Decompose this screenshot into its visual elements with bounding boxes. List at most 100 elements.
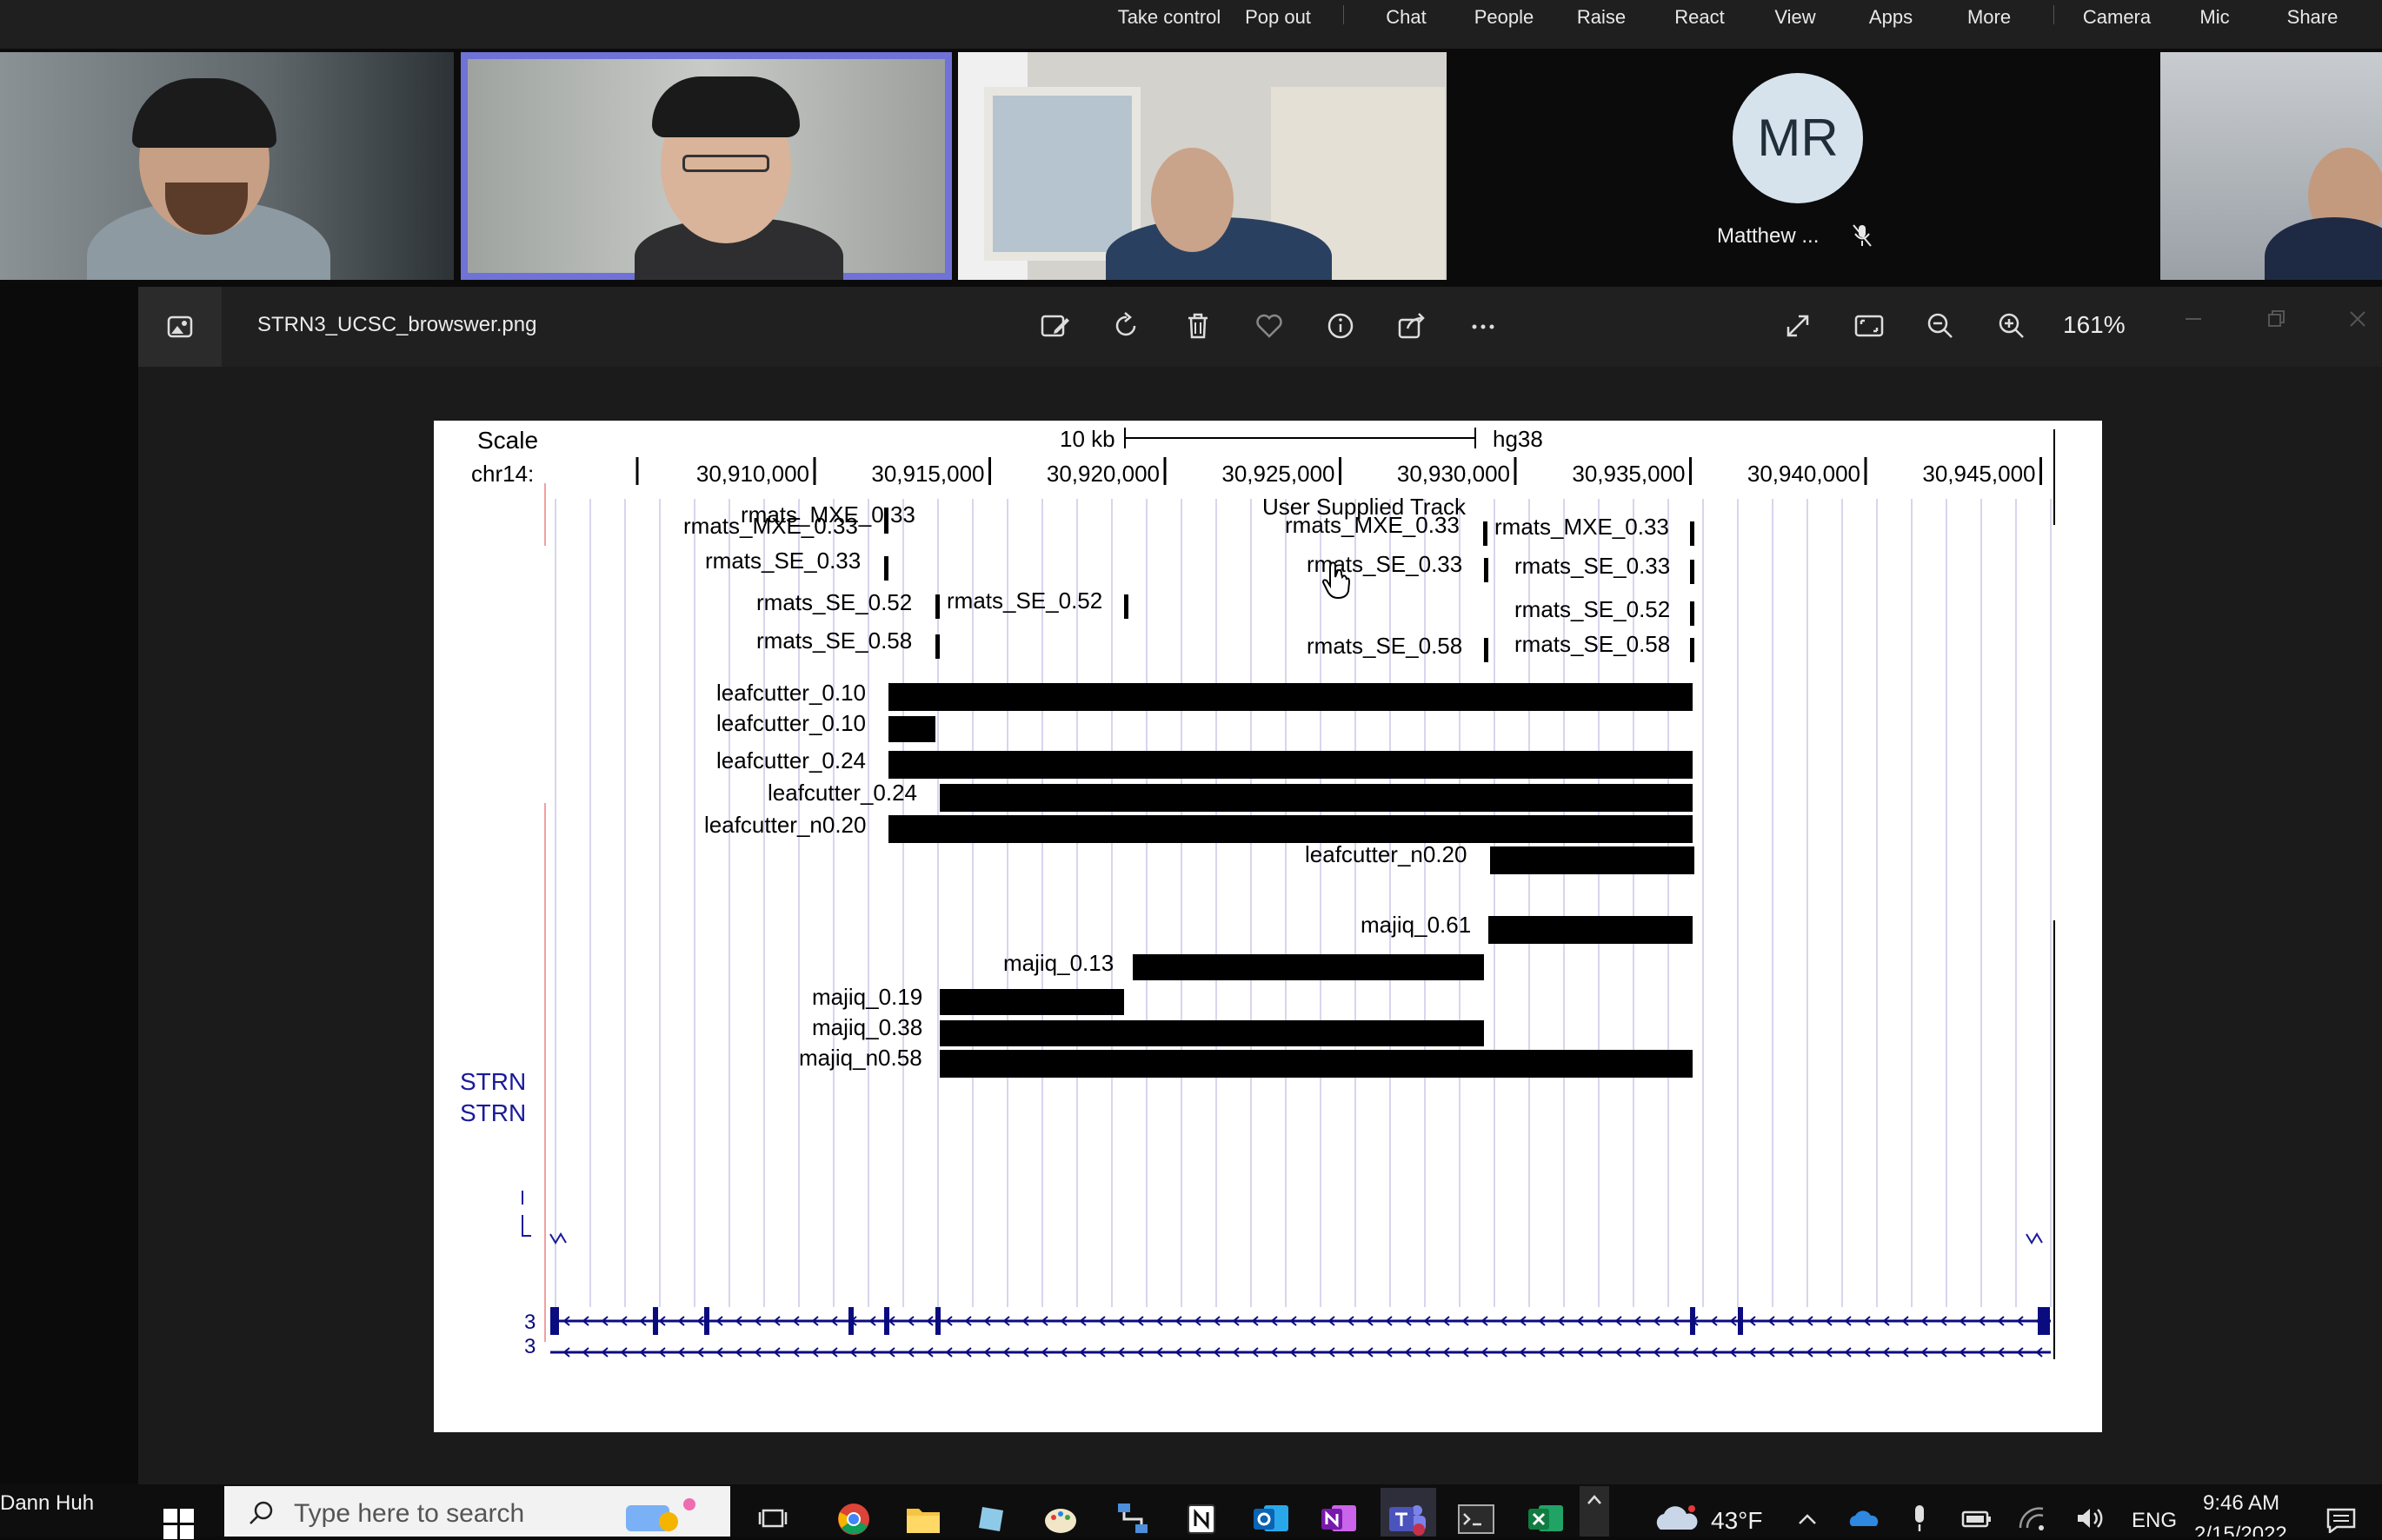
search-icon [250, 1501, 273, 1524]
info-icon[interactable] [1322, 308, 1359, 344]
avatar: MR [1733, 73, 1863, 203]
excel-icon[interactable] [1527, 1500, 1565, 1537]
terminal-icon[interactable] [1457, 1502, 1495, 1537]
participant-avatar-tile[interactable]: MR Matthew ... [1447, 52, 2159, 280]
network-app-icon[interactable] [1114, 1500, 1151, 1537]
chat-button[interactable]: Chat [1374, 0, 1439, 35]
close-icon[interactable] [2343, 304, 2372, 334]
paint-icon[interactable] [1043, 1502, 1080, 1537]
feature-label: rmats_MXE_0.33 [741, 501, 915, 528]
take-control-button[interactable]: Take control [1104, 0, 1234, 35]
volume-icon[interactable] [2074, 1505, 2107, 1531]
feature-label: leafcutter_0.10 [716, 710, 866, 736]
coordinate-tick-label: 30,920,000 [1047, 461, 1160, 487]
gene-exon [704, 1307, 709, 1335]
gene-exon [848, 1307, 854, 1335]
file-explorer-icon[interactable] [905, 1503, 941, 1535]
zoom-level[interactable]: 161% [2063, 311, 2126, 339]
camera-button[interactable]: Camera [2073, 0, 2160, 35]
photo-viewer-window: STRN3_UCSC_browswer.png 161% Scale chr14… [138, 287, 2382, 1484]
search-placeholder: Type here to search [294, 1499, 525, 1528]
majiq-feature-bars [940, 916, 1693, 1078]
teams-meeting-toolbar: Take control Pop out Chat People Raise R… [0, 0, 2382, 49]
zoom-out-icon[interactable] [1922, 308, 1959, 344]
feature-label: rmats_SE_0.58 [1514, 631, 1670, 657]
share-button[interactable]: Share [2269, 0, 2356, 35]
delete-icon[interactable] [1180, 308, 1216, 344]
share-icon[interactable] [1394, 308, 1430, 344]
view-button[interactable]: View [1756, 0, 1834, 35]
edit-image-icon[interactable] [1037, 308, 1074, 344]
feature-label: rmats_SE_0.58 [1307, 633, 1462, 659]
participant-video-2-active[interactable] [461, 52, 952, 280]
pop-out-button[interactable]: Pop out [1234, 0, 1321, 35]
coordinate-tick-label: 30,915,000 [871, 461, 984, 487]
chevron-up-icon[interactable] [1794, 1509, 1820, 1530]
leafcutter-feature-bars [888, 683, 1694, 874]
gene-exon [884, 1307, 889, 1335]
react-button[interactable]: React [1660, 0, 1739, 35]
mic-button[interactable]: Mic [2173, 0, 2256, 35]
people-button[interactable]: People [1460, 0, 1547, 35]
gene-exon [1690, 1307, 1695, 1335]
more-button[interactable]: More [1950, 0, 2028, 35]
raise-hand-button[interactable]: Raise [1562, 0, 1640, 35]
weather-cloud-icon[interactable] [1652, 1502, 1700, 1535]
feature-label: leafcutter_0.24 [716, 747, 866, 773]
coordinate-tick-label: 30,930,000 [1397, 461, 1510, 487]
wifi-icon[interactable] [2017, 1505, 2046, 1531]
minimize-icon[interactable] [2179, 304, 2208, 334]
gene-label: STRN [460, 1099, 526, 1126]
microphone-icon[interactable] [1909, 1503, 1930, 1535]
participant-video-1[interactable] [0, 52, 454, 280]
language-indicator[interactable]: ENG [2132, 1509, 2177, 1533]
feature-label: rmats_SE_0.58 [756, 627, 912, 654]
windows-start-icon[interactable] [163, 1509, 195, 1540]
outlook-icon[interactable] [1252, 1500, 1290, 1537]
assembly-label: hg38 [1493, 426, 1543, 452]
onedrive-icon[interactable] [1848, 1509, 1880, 1530]
gene-label: STRN [460, 1068, 526, 1095]
notifications-icon[interactable] [2326, 1507, 2356, 1533]
onenote-icon[interactable] [1320, 1500, 1358, 1537]
mic-muted-icon [1853, 224, 1872, 247]
teams-icon[interactable] [1387, 1500, 1427, 1537]
gene-model-strn3 [550, 1307, 2051, 1357]
feature-label: leafcutter_n0.20 [1305, 841, 1467, 867]
favorite-icon[interactable] [1251, 308, 1287, 344]
zoom-in-icon[interactable] [1993, 308, 2030, 344]
feature-label: majiq_0.38 [812, 1014, 922, 1040]
tray-overflow[interactable] [1580, 1486, 1609, 1537]
battery-icon[interactable] [1961, 1509, 1993, 1530]
app-icon[interactable] [975, 1502, 1010, 1537]
chevron-up-icon [1587, 1495, 1601, 1504]
task-view-icon[interactable] [758, 1503, 788, 1533]
feature-label: rmats_SE_0.52 [756, 589, 912, 615]
row-number: 3 [524, 1311, 536, 1334]
notion-icon[interactable] [1184, 1502, 1219, 1537]
search-highlight-illustration [615, 1493, 711, 1531]
photos-app-icon [138, 287, 222, 367]
coordinate-tick-label: 30,910,000 [696, 461, 809, 487]
feature-label: majiq_n0.58 [799, 1045, 922, 1071]
gene-exon [653, 1307, 658, 1335]
fullscreen-icon[interactable] [1780, 308, 1816, 344]
chrome-icon[interactable] [836, 1502, 871, 1537]
gene-exon [1738, 1307, 1743, 1335]
clock-time[interactable]: 9:46 AM [2203, 1491, 2279, 1516]
coordinate-tick-label: 30,945,000 [1922, 461, 2035, 487]
fit-icon[interactable] [1851, 308, 1887, 344]
more-icon[interactable] [1465, 308, 1501, 344]
feature-label: leafcutter_0.10 [716, 680, 866, 706]
participant-video-4[interactable] [2160, 52, 2382, 280]
weather-temperature[interactable]: 43°F [1711, 1507, 1762, 1535]
feature-label: rmats_MXE_0.33 [1285, 512, 1460, 538]
participant-video-3[interactable] [958, 52, 1447, 280]
taskbar-search-box[interactable]: Type here to search [224, 1486, 730, 1537]
restore-icon[interactable] [2261, 304, 2291, 334]
clock-date[interactable]: 2/15/2022 [2194, 1523, 2287, 1537]
rotate-icon[interactable] [1108, 308, 1145, 344]
gene-exon [550, 1307, 559, 1335]
chrom-label: chr14: [471, 461, 534, 487]
apps-button[interactable]: Apps [1852, 0, 1930, 35]
